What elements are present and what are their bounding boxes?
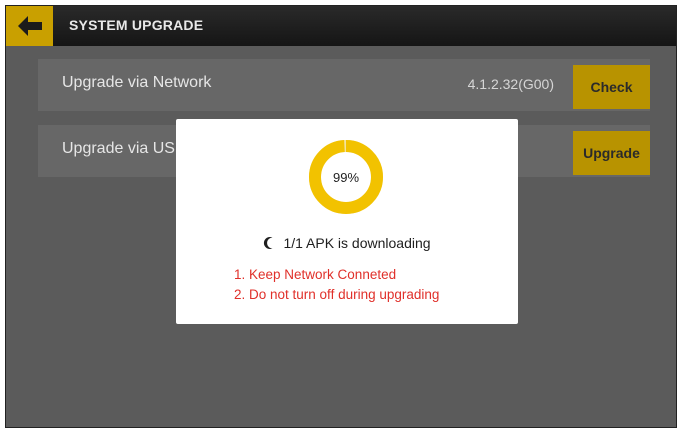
upgrade-usb-label: Upgrade via US (62, 140, 175, 157)
note-keep-network: 1. Keep Network Conneted (234, 267, 397, 282)
progress-ring: 99% (307, 138, 385, 216)
upgrade-network-label: Upgrade via Network (62, 74, 212, 91)
back-button[interactable] (6, 6, 53, 46)
check-button[interactable]: Check (573, 65, 650, 109)
upgrade-network-row: Upgrade via Network 4.1.2.32(G00) Check (38, 59, 650, 111)
spinner-icon (264, 237, 273, 249)
version-value: 4.1.2.32(G00) (467, 76, 554, 92)
note-do-not-turn-off: 2. Do not turn off during upgrading (234, 287, 440, 302)
progress-percent: 99% (332, 169, 360, 185)
download-status-text: 1/1 APK is downloading (283, 235, 431, 251)
upgrade-progress-dialog: 99% 1/1 APK is downloading 1. Keep Netwo… (176, 119, 518, 324)
upgrade-notes: 1. Keep Network Conneted 2. Do not turn … (234, 265, 439, 305)
download-status: 1/1 APK is downloading (176, 235, 518, 251)
upgrade-button[interactable]: Upgrade (573, 131, 650, 175)
top-bar: SYSTEM UPGRADE (6, 6, 676, 46)
arrow-left-icon (17, 16, 42, 36)
page-title: SYSTEM UPGRADE (69, 17, 204, 33)
screen: SYSTEM UPGRADE Upgrade via Network 4.1.2… (5, 5, 677, 428)
